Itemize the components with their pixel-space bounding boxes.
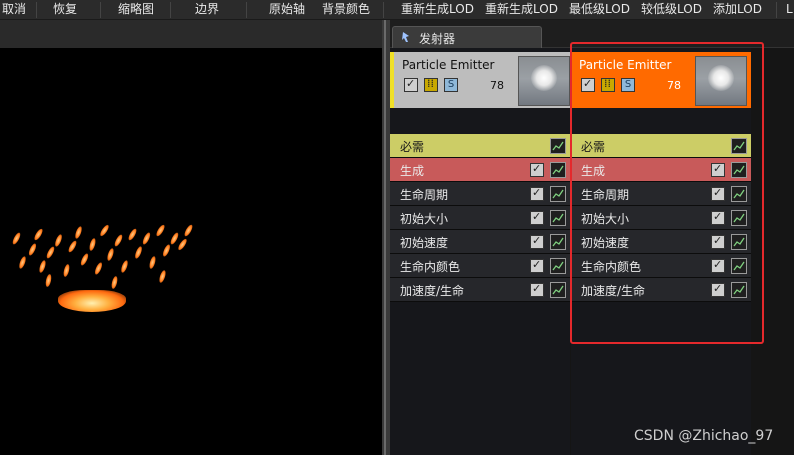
module-initial-size[interactable]: 初始大小 (390, 206, 570, 230)
toolbar-divider (100, 2, 101, 18)
module-enable-checkbox[interactable] (530, 162, 544, 177)
toolbar: 取消 恢复 缩略图 边界 原始轴 背景颜色 重新生成LOD 重新生成LOD 最低… (0, 0, 794, 20)
origin-axis-button[interactable]: 原始轴 (269, 0, 305, 20)
add-lod-button[interactable]: 添加LOD (713, 0, 762, 20)
tab-label: 发射器 (419, 32, 456, 46)
curve-graph-icon[interactable] (550, 162, 566, 178)
spark (79, 252, 90, 267)
module-enable-checkbox[interactable] (530, 234, 544, 249)
module-enable-checkbox[interactable] (530, 210, 544, 225)
spark (17, 255, 28, 270)
module-label: 初始大小 (400, 212, 449, 226)
module-label: 生成 (400, 164, 425, 178)
spark (148, 255, 157, 270)
spark (127, 227, 138, 242)
curve-graph-icon[interactable] (550, 210, 566, 226)
spark (176, 237, 189, 252)
render-mode-icon[interactable] (424, 77, 438, 92)
module-enable-checkbox[interactable] (530, 186, 544, 201)
emitter-header[interactable]: Particle Emitter S 78 (390, 52, 570, 108)
annotation-highlight-box (570, 42, 764, 344)
regen-lod-button-1[interactable]: 重新生成LOD (401, 0, 474, 20)
toolbar-divider (246, 2, 247, 18)
emitter-column: Particle Emitter S 78 必需 生成 生命周期 初始大小 初始… (390, 48, 570, 455)
splitter-grip (384, 20, 386, 455)
curve-graph-icon[interactable] (550, 186, 566, 202)
spark (169, 231, 180, 246)
spark (113, 233, 124, 248)
curve-graph-icon[interactable] (550, 258, 566, 274)
spark (110, 275, 119, 290)
module-label: 生命内颜色 (400, 260, 461, 274)
undo-button[interactable]: 取消 (2, 0, 26, 20)
spark (45, 245, 56, 260)
lower-lod-button[interactable]: 较低级LOD (641, 0, 702, 20)
thumbnail-button[interactable]: 缩略图 (118, 0, 154, 20)
spark (141, 231, 152, 246)
spark (106, 247, 115, 262)
emitter-tab-icon (401, 31, 411, 43)
module-enable-checkbox[interactable] (530, 282, 544, 297)
toolbar-divider (36, 2, 37, 18)
spark (161, 243, 172, 258)
curve-graph-icon[interactable] (550, 234, 566, 250)
toolbar-divider (383, 2, 384, 18)
toolbar-overflow-item[interactable]: L (786, 0, 793, 20)
watermark: CSDN @Zhichao_97 (634, 428, 774, 444)
module-acceleration-over-life[interactable]: 加速度/生命 (390, 278, 570, 302)
module-initial-velocity[interactable]: 初始速度 (390, 230, 570, 254)
module-lifetime[interactable]: 生命周期 (390, 182, 570, 206)
spark (38, 259, 47, 274)
tab-emitters[interactable]: 发射器 (392, 26, 542, 48)
spark (73, 225, 84, 240)
spark (11, 231, 22, 246)
module-label: 加速度/生命 (400, 284, 465, 298)
module-required[interactable]: 必需 (390, 134, 570, 158)
module-label: 必需 (400, 140, 425, 154)
spark (154, 223, 167, 238)
spark (88, 237, 97, 252)
module-label: 生命周期 (400, 188, 449, 202)
thumbnail-glow (531, 65, 557, 91)
spark (183, 223, 194, 238)
toolbar-divider (170, 2, 171, 18)
curve-graph-icon[interactable] (550, 138, 566, 154)
spark (32, 227, 45, 242)
spark (27, 242, 38, 257)
background-color-button[interactable]: 背景颜色 (322, 0, 370, 20)
module-label: 初始速度 (400, 236, 449, 250)
particle-flame-base (58, 290, 126, 312)
spark (158, 269, 167, 284)
spark (93, 261, 104, 276)
regen-lod-button-2[interactable]: 重新生成LOD (485, 0, 558, 20)
spark (44, 273, 53, 288)
module-color-over-life[interactable]: 生命内颜色 (390, 254, 570, 278)
emitter-name: Particle Emitter (402, 58, 495, 72)
module-spawn[interactable]: 生成 (390, 158, 570, 182)
spark (53, 233, 64, 248)
spark (133, 245, 144, 260)
curve-graph-icon[interactable] (550, 282, 566, 298)
module-list: 必需 生成 生命周期 初始大小 初始速度 生命内颜色 加速度/生命 (390, 134, 570, 302)
spark (119, 259, 130, 274)
particle-preview-viewport[interactable] (0, 48, 382, 455)
bounds-button[interactable]: 边界 (195, 0, 219, 20)
redo-button[interactable]: 恢复 (53, 0, 77, 20)
module-enable-checkbox[interactable] (530, 258, 544, 273)
emitter-thumbnail (518, 56, 570, 106)
particle-count: 78 (490, 79, 504, 92)
toolbar-divider (776, 2, 777, 18)
spark (67, 239, 78, 254)
lowest-lod-button[interactable]: 最低级LOD (569, 0, 630, 20)
spark (62, 263, 71, 278)
viewport-tab-strip (0, 20, 382, 48)
solo-icon[interactable]: S (444, 78, 458, 92)
spark (98, 223, 111, 238)
emitter-enable-checkbox[interactable] (404, 77, 418, 92)
